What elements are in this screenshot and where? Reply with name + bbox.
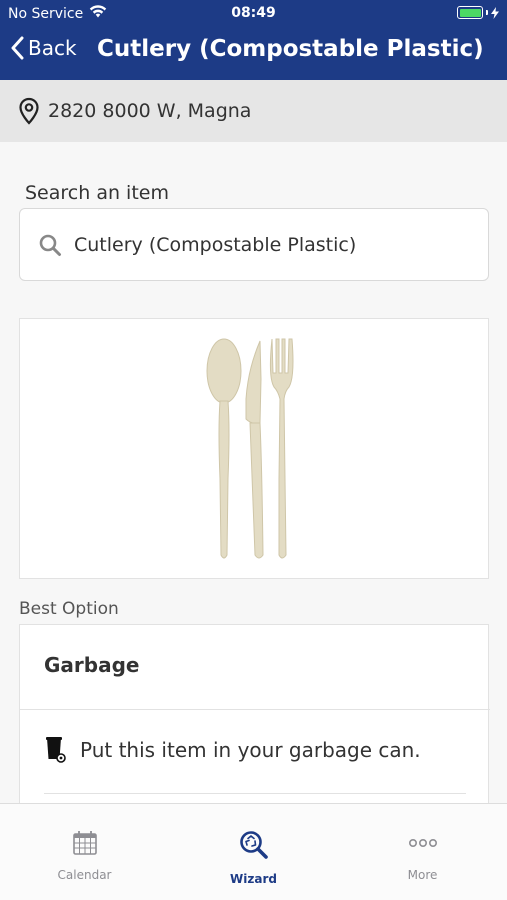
result-card: Garbage Put this item in your garbage ca… [19, 624, 490, 824]
status-bar: No Service 08:49 [0, 0, 507, 28]
location-address: 2820 8000 W, Magna [48, 100, 252, 122]
result-instruction-row: Put this item in your garbage can. [46, 737, 421, 763]
page-title: Cutlery (Compostable Plastic) [97, 36, 484, 62]
tab-more[interactable]: More [338, 804, 507, 900]
result-instruction: Put this item in your garbage can. [80, 738, 421, 762]
tab-label: Calendar [57, 868, 112, 882]
tab-calendar[interactable]: Calendar [0, 804, 169, 900]
divider [20, 709, 490, 710]
result-title: Garbage [44, 653, 140, 677]
garbage-can-icon [46, 737, 66, 763]
location-bar[interactable]: 2820 8000 W, Magna [0, 80, 507, 142]
chevron-left-icon [11, 36, 24, 60]
wizard-search-icon [239, 831, 268, 859]
tab-label: More [407, 868, 438, 882]
divider [44, 793, 466, 794]
search-input[interactable]: Cutlery (Compostable Plastic) [19, 208, 489, 281]
more-dots-icon [408, 839, 437, 848]
back-button[interactable]: Back [10, 36, 77, 60]
tab-label: Wizard [230, 872, 277, 886]
battery-icon [457, 6, 499, 19]
best-option-heading: Best Option [19, 599, 119, 619]
map-pin-icon [19, 97, 39, 125]
search-label: Search an item [25, 182, 169, 204]
nav-bar: Back Cutlery (Compostable Plastic) [0, 28, 507, 80]
calendar-icon [72, 831, 97, 855]
search-value: Cutlery (Compostable Plastic) [74, 233, 357, 256]
item-image-card [19, 318, 489, 579]
cutlery-image [206, 338, 294, 559]
back-label: Back [28, 36, 77, 60]
header: No Service 08:49 Back Cutlery (Compostab… [0, 0, 507, 80]
tab-bar: Calendar Wizard More [0, 803, 507, 900]
charging-icon [491, 6, 499, 19]
status-time: 08:49 [231, 5, 276, 21]
search-icon [39, 234, 61, 256]
tab-wizard[interactable]: Wizard [169, 804, 338, 900]
